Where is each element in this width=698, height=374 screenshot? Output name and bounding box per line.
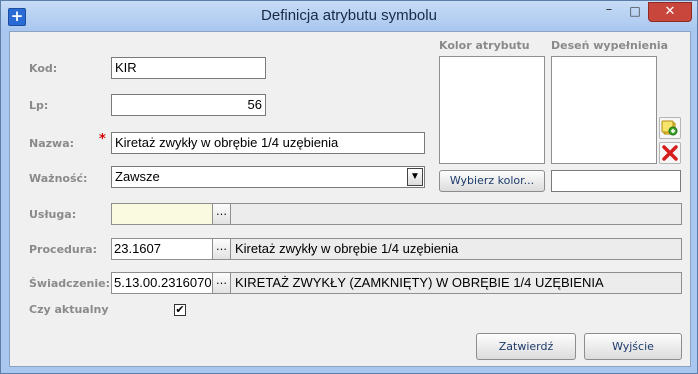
add-pattern-icon: [661, 120, 678, 136]
window-title: Definicja atrybutu symbolu: [261, 7, 437, 24]
lp-field[interactable]: 56: [111, 94, 266, 116]
color-preview-box: [439, 56, 545, 164]
desen-label: Deseń wypełnienia: [551, 39, 669, 52]
usluga-field: …: [111, 203, 682, 225]
exit-button[interactable]: Wyjście: [584, 333, 682, 360]
dialog-window: + Definicja atrybutu symbolu – □ ✕ Kod: …: [0, 0, 698, 374]
procedura-code[interactable]: 23.1607: [112, 239, 212, 259]
confirm-button[interactable]: Zatwierdź: [476, 333, 576, 360]
procedura-field: 23.1607 … Kiretaż zwykły w obrębie 1/4 u…: [111, 238, 682, 260]
usluga-code[interactable]: [112, 204, 212, 224]
nazwa-field[interactable]: Kiretaż zwykły w obrębie 1/4 uzębienia: [111, 132, 425, 154]
kolor-label: Kolor atrybutu: [439, 39, 530, 52]
swiadczenie-label: Świadczenie:: [29, 277, 110, 290]
swiadczenie-field: 5.13.00.2316070 … KIRETAŻ ZWYKŁY (ZAMKNI…: [111, 272, 682, 294]
delete-pattern-button[interactable]: [659, 142, 681, 164]
nazwa-label: Nazwa:: [29, 137, 75, 150]
pattern-field[interactable]: [551, 170, 681, 192]
kod-field[interactable]: KIR: [111, 57, 266, 79]
pattern-preview-box: [551, 56, 657, 164]
dropdown-arrow-icon[interactable]: ▼: [407, 168, 423, 186]
swiadczenie-description: KIRETAŻ ZWYKŁY (ZAMKNIĘTY) W OBRĘBIE 1/4…: [235, 275, 604, 290]
close-button[interactable]: ✕: [648, 2, 692, 22]
procedura-browse-button[interactable]: …: [212, 239, 231, 259]
waznosc-label: Ważność:: [29, 172, 88, 185]
add-pattern-button[interactable]: [659, 117, 681, 139]
required-marker: *: [99, 132, 106, 147]
procedura-description: Kiretaż zwykły w obrębie 1/4 uzębienia: [235, 241, 459, 256]
lp-label: Lp:: [29, 99, 49, 112]
usluga-browse-button[interactable]: …: [212, 204, 231, 224]
maximize-button[interactable]: □: [622, 2, 648, 22]
swiadczenie-browse-button[interactable]: …: [212, 273, 231, 293]
waznosc-dropdown[interactable]: Zawsze ▼: [111, 166, 425, 188]
dialog-body: Kod: KIR Lp: 56 Nazwa: * Kiretaż zwykły …: [9, 31, 691, 367]
waznosc-value: Zawsze: [115, 169, 160, 184]
swiadczenie-code[interactable]: 5.13.00.2316070: [112, 273, 212, 293]
choose-color-button[interactable]: Wybierz kolor...: [439, 170, 545, 192]
czy-aktualny-label: Czy aktualny: [29, 303, 109, 316]
title-bar[interactable]: + Definicja atrybutu symbolu – □ ✕: [1, 1, 697, 31]
delete-pattern-icon: [662, 145, 678, 161]
minimize-button[interactable]: –: [596, 2, 622, 22]
czy-aktualny-checkbox[interactable]: ✔: [174, 304, 186, 316]
usluga-label: Usługa:: [29, 208, 77, 221]
procedura-label: Procedura:: [29, 243, 97, 256]
kod-label: Kod:: [29, 62, 58, 75]
